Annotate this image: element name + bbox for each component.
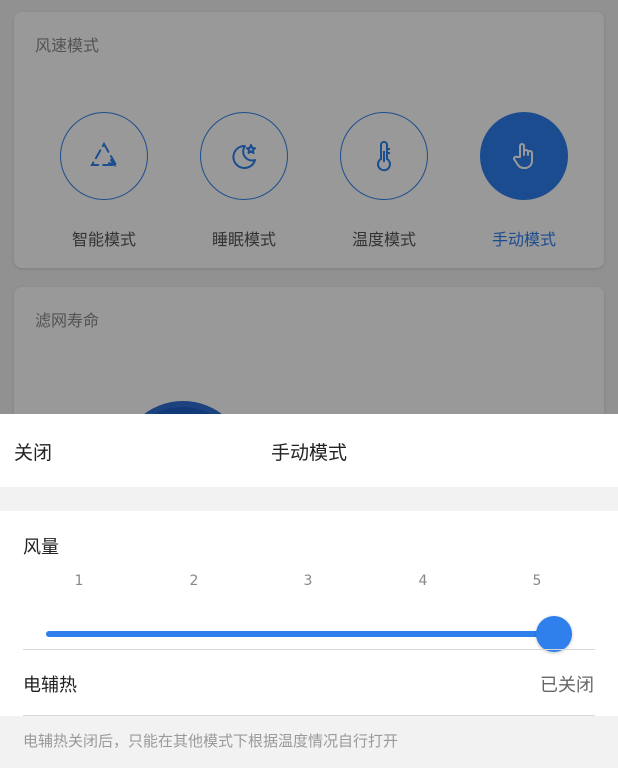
divider [23,715,595,716]
wind-level-tick: 1 [74,573,84,589]
electric-heater-status: 已关闭 [540,675,594,696]
sheet-header: 关闭 手动模式 [0,414,618,487]
wind-volume-label: 风量 [23,537,59,558]
manual-mode-sheet: 关闭 手动模式 风量 1 2 3 4 5 电辅热 已关闭 电辅热关闭后，只能在其… [0,414,618,768]
heater-note: 电辅热关闭后，只能在其他模式下根据温度情况自行打开 [23,732,399,750]
slider-track[interactable] [46,631,554,637]
modal-overlay[interactable] [0,0,618,414]
wind-level-tick: 3 [303,573,313,589]
wind-level-tick: 2 [189,573,199,589]
sheet-body: 风量 1 2 3 4 5 电辅热 已关闭 [0,511,618,716]
wind-level-tick: 4 [418,573,428,589]
wind-volume-slider[interactable] [46,616,572,652]
slider-thumb[interactable] [536,616,572,652]
sheet-title: 手动模式 [270,442,347,464]
wind-level-tick: 5 [532,573,542,589]
electric-heater-label: 电辅热 [23,675,77,696]
wind-level-ticks: 1 2 3 4 5 [0,573,618,593]
electric-heater-row[interactable]: 电辅热 已关闭 [0,650,618,716]
